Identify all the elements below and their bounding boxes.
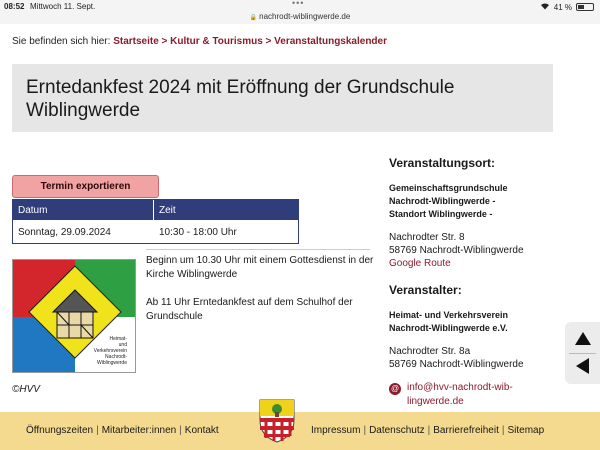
venue-city: 58769 Nachrodt-Wiblingwerde — [389, 245, 524, 256]
title-box: Erntedankfest 2024 mit Eröffnung der Gru… — [12, 64, 553, 132]
organizer-street: Nachrodter Str. 8a — [389, 346, 471, 357]
wifi-icon — [540, 2, 550, 12]
divider — [146, 249, 370, 250]
footer-separator: | — [363, 425, 367, 436]
page-title: Erntedankfest 2024 mit Eröffnung der Gru… — [26, 77, 455, 121]
header-date: Datum — [13, 200, 154, 220]
description-paragraph: Beginn um 10.30 Uhr mit einem Gottesdien… — [146, 255, 374, 280]
back-arrow-icon[interactable] — [576, 358, 589, 374]
battery-fill — [578, 5, 584, 9]
event-description: Beginn um 10.30 Uhr mit einem Gottesdien… — [146, 254, 376, 338]
battery-icon — [576, 3, 594, 11]
header-time: Zeit — [159, 205, 176, 216]
email-icon: @ — [389, 383, 401, 395]
venue-name-line: Nachrodt-Wiblingwerde - — [389, 196, 496, 206]
battery-percent: 41 % — [553, 2, 572, 12]
cell-date: Sonntag, 29.09.2024 — [18, 227, 111, 238]
event-date-table: Datum Zeit Sonntag, 29.09.2024 10:30 - 1… — [12, 199, 299, 244]
footer-link-privacy[interactable]: Datenschutz — [369, 425, 425, 436]
floating-nav-divider — [569, 353, 596, 354]
organizer-heading: Veranstalter: — [389, 283, 462, 297]
breadcrumb-home[interactable]: Startseite — [113, 36, 159, 47]
status-date: Mittwoch 11. Sept. — [30, 2, 96, 11]
logo-caption: Heimat- und Verkehrsverein Nachrodt- Wib… — [94, 336, 127, 366]
footer-links-right: Impressum | Datenschutz | Barrierefreiheit | S… — [311, 425, 544, 436]
status-time: 08:52 — [4, 2, 25, 11]
address-bar[interactable]: 🔒 nachrodt-wiblingwerde.de — [246, 12, 354, 21]
footer-link-sitemap[interactable]: Sitemap — [507, 425, 544, 436]
breadcrumb-separator: > — [161, 36, 168, 47]
breadcrumb-prefix: Sie befinden sich hier: — [12, 36, 111, 47]
venue-heading: Veranstaltungsort: — [389, 156, 496, 170]
breadcrumb: Sie befinden sich hier: Startseite > Kul… — [12, 36, 387, 47]
logo-caption-line: Wiblingwerde — [96, 360, 127, 366]
status-right: 41 % — [540, 2, 594, 12]
organizer-name-line: Nachrodt-Wiblingwerde e.V. — [389, 323, 508, 333]
google-route-link[interactable]: Google Route — [389, 257, 559, 271]
breadcrumb-culture[interactable]: Kultur & Tourismus — [170, 36, 263, 47]
email-line: lingwerde.de — [407, 396, 464, 407]
tab-dots-icon[interactable]: ••• — [292, 0, 304, 8]
breadcrumb-calendar[interactable]: Veranstaltungskalender — [274, 36, 387, 47]
floating-nav — [565, 322, 600, 384]
export-event-button[interactable]: Termin exportieren — [12, 175, 159, 198]
cell-time: 10:30 - 18:00 Uhr — [159, 227, 237, 238]
image-copyright: ©HVV — [12, 384, 40, 395]
footer-link-contact[interactable]: Kontakt — [185, 425, 219, 436]
email-link[interactable]: info@hvv-nachrodt-wib- lingwerde.de — [407, 381, 513, 409]
venue-name: Gemeinschaftsgrundschule Nachrodt-Wiblin… — [389, 182, 559, 221]
footer: Öffnungszeiten | Mitarbeiter:innen | Kontakt… — [0, 412, 600, 450]
description-paragraph: Ab 11 Uhr Erntedankfest auf dem Schulhof… — [146, 297, 353, 322]
footer-separator: | — [501, 425, 505, 436]
footer-link-hours[interactable]: Öffnungszeiten — [26, 425, 93, 436]
breadcrumb-separator: > — [265, 36, 272, 47]
status-bar: 08:52 Mittwoch 11. Sept. ••• 🔒 nachrodt-w… — [0, 0, 600, 24]
crest-icon[interactable] — [258, 398, 296, 444]
organizer-email: @ info@hvv-nachrodt-wib- lingwerde.de — [389, 381, 559, 409]
event-info-sidebar: Veranstaltungsort: Gemeinschaftsgrundsch… — [389, 156, 559, 371]
email-line: info@hvv-nachrodt-wib- — [407, 382, 513, 393]
organizer-name: Heimat- und Verkehrsverein Nachrodt-Wibl… — [389, 309, 559, 335]
footer-link-staff[interactable]: Mitarbeiter:innen — [102, 425, 176, 436]
venue-name-line: Gemeinschaftsgrundschule — [389, 183, 508, 193]
lock-icon: 🔒 — [249, 15, 258, 21]
scroll-up-icon[interactable] — [575, 332, 591, 345]
footer-link-accessibility[interactable]: Barrierefreiheit — [433, 425, 499, 436]
footer-links-left: Öffnungszeiten | Mitarbeiter:innen | Kontakt — [26, 425, 219, 436]
table-row: Sonntag, 29.09.2024 10:30 - 18:00 Uhr — [13, 220, 298, 244]
footer-link-imprint[interactable]: Impressum — [311, 425, 360, 436]
footer-separator: | — [427, 425, 431, 436]
table-header: Datum Zeit — [13, 200, 298, 220]
venue-street: Nachrodter Str. 8 — [389, 232, 465, 243]
organizer-city: 58769 Nachrodt-Wiblingwerde — [389, 359, 524, 370]
hvv-logo: Heimat- und Verkehrsverein Nachrodt- Wib… — [12, 259, 136, 373]
footer-separator: | — [96, 425, 99, 436]
footer-separator: | — [179, 425, 182, 436]
address-url: nachrodt-wiblingwerde.de — [259, 12, 351, 21]
venue-name-line: Standort Wiblingwerde - — [389, 209, 493, 219]
organizer-name-line: Heimat- und Verkehrsverein — [389, 310, 509, 320]
